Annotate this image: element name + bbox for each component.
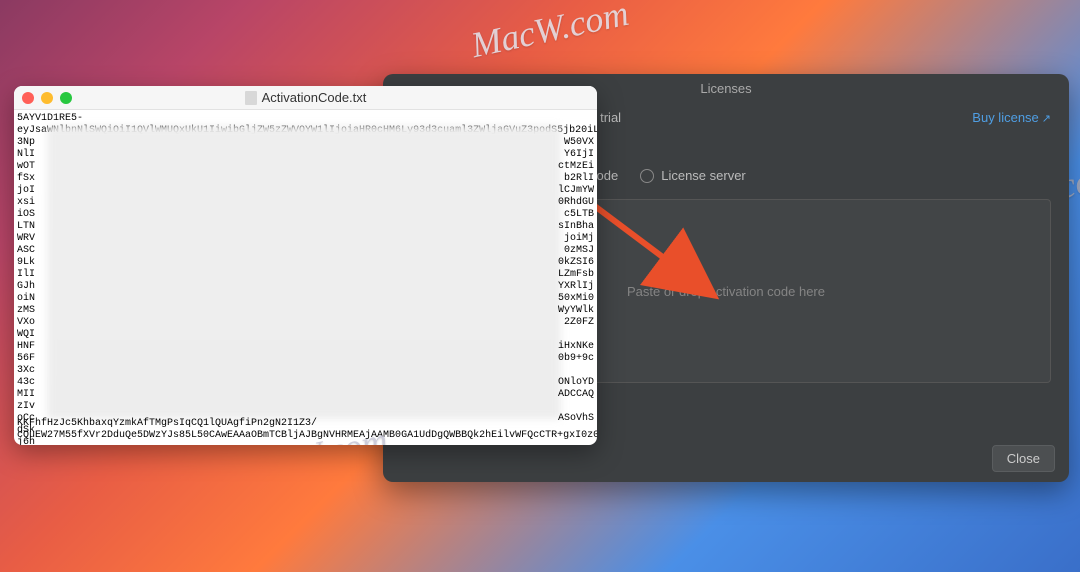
buy-license-label: Buy license bbox=[972, 110, 1038, 125]
watermark: MacW.com bbox=[467, 0, 632, 66]
text-editor-titlebar: ActivationCode.txt bbox=[14, 86, 597, 110]
document-icon bbox=[245, 91, 257, 105]
maximize-icon[interactable] bbox=[60, 92, 72, 104]
code-right-fragment: W50VX Y6IjI ctMzEi b2RlI lCJmYW 0RhdGU c… bbox=[558, 137, 594, 425]
buy-license-link[interactable]: Buy license ↗ bbox=[972, 110, 1051, 125]
close-button[interactable]: Close bbox=[992, 445, 1055, 472]
text-editor-window: ActivationCode.txt 5AYV1D1RE5- eyJsaWNlb… bbox=[14, 86, 597, 445]
activation-code-placeholder: Paste or drop activation code here bbox=[627, 284, 825, 299]
traffic-lights bbox=[22, 92, 72, 104]
code-left-fragment: 3Np NlI wOT fSx joI xsi iOS LTN WRV ASC … bbox=[17, 137, 35, 445]
code-bottom-lines: KKFhfHzJc5KhbaxqYzmkAfTMgPsIqCQ1lQUAgfiP… bbox=[17, 418, 594, 442]
text-editor-body[interactable]: 5AYV1D1RE5- eyJsaWNlbnNlSWQiOiI1QVlWMUQx… bbox=[14, 110, 597, 445]
radio-icon bbox=[640, 169, 654, 183]
minimize-icon[interactable] bbox=[41, 92, 53, 104]
external-link-icon: ↗ bbox=[1042, 113, 1051, 125]
blurred-content bbox=[47, 126, 561, 419]
radio-license-server[interactable]: License server bbox=[640, 168, 746, 183]
text-editor-filename: ActivationCode.txt bbox=[262, 90, 367, 105]
radio-label: License server bbox=[661, 168, 746, 183]
close-icon[interactable] bbox=[22, 92, 34, 104]
